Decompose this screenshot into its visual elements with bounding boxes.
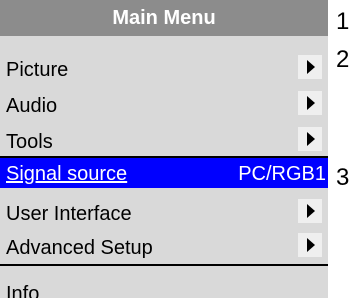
menu-item-label: Signal source	[6, 163, 128, 185]
menu-item-advanced-setup[interactable]: Advanced Setup	[0, 230, 328, 262]
callout-number: 1	[336, 8, 350, 35]
signal-source-value: PC/RGB1	[238, 163, 326, 185]
main-menu-panel: Main Menu Picture Audio Tools Signal sou…	[0, 0, 328, 298]
menu-item-picture[interactable]: Picture	[0, 52, 328, 84]
submenu-arrow-icon	[298, 55, 322, 79]
menu-item-label: Audio	[6, 95, 58, 117]
menu-item-label: Picture	[6, 59, 69, 81]
submenu-arrow-icon	[298, 199, 322, 223]
callout-number: 3	[336, 164, 350, 191]
submenu-arrow-icon	[298, 91, 322, 115]
menu-item-label: Tools	[6, 131, 53, 153]
menu-item-audio[interactable]: Audio	[0, 88, 328, 120]
menu-item-tools[interactable]: Tools	[0, 124, 328, 156]
menu-item-label: Advanced Setup	[6, 237, 153, 259]
menu-item-label: User Interface	[6, 203, 132, 225]
menu-item-user-interface[interactable]: User Interface	[0, 196, 328, 228]
callout-number: 2	[336, 46, 350, 73]
menu-title: Main Menu	[0, 0, 328, 36]
submenu-arrow-icon	[298, 233, 322, 257]
menu-item-signal-source[interactable]: Signal source PC/RGB1	[0, 158, 328, 188]
menu-item-label: Info	[6, 283, 40, 298]
submenu-arrow-icon	[298, 127, 322, 151]
menu-item-info[interactable]: Info	[0, 266, 328, 298]
